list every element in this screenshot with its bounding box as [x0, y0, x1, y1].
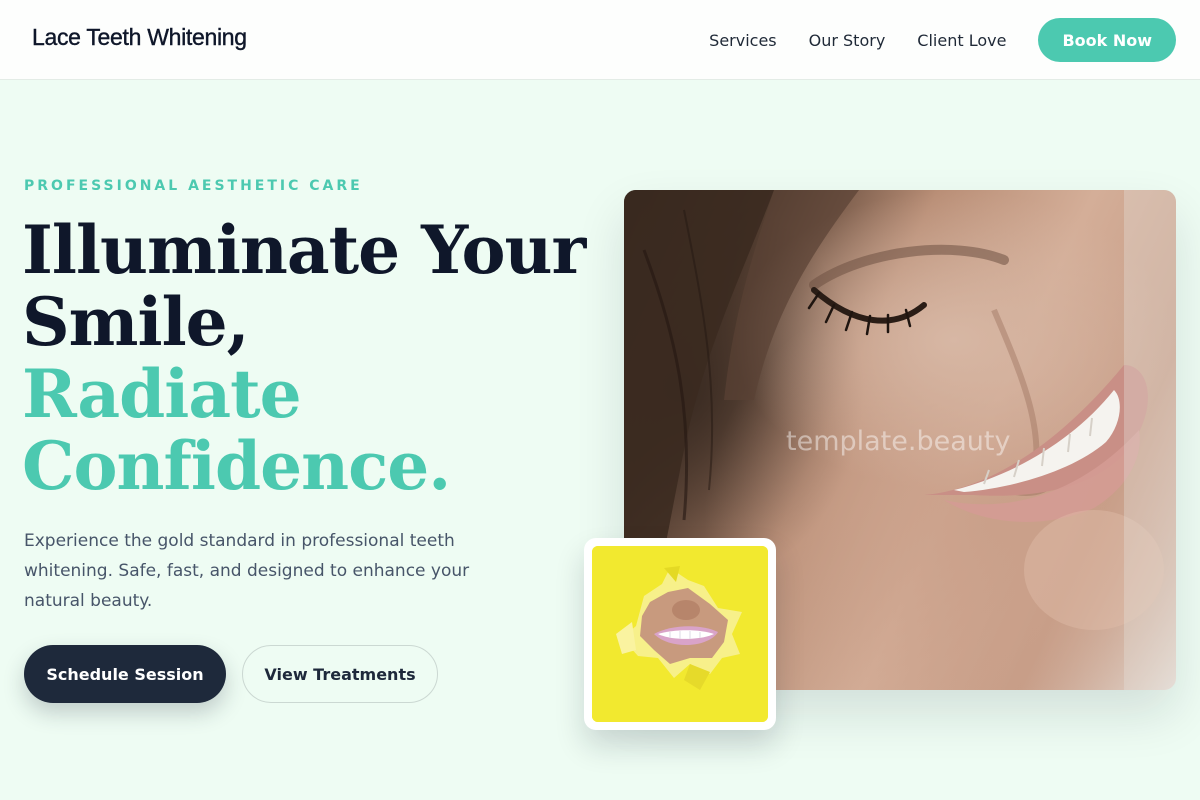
main-nav: Services Our Story Client Love Book Now	[709, 18, 1176, 62]
headline-line-1: Illuminate Your	[22, 211, 586, 289]
torn-paper-smile-photo	[592, 546, 768, 722]
nav-link-our-story[interactable]: Our Story	[809, 31, 886, 50]
site-header: Lace Teeth Whitening Services Our Story …	[0, 0, 1200, 80]
book-now-button[interactable]: Book Now	[1038, 18, 1176, 62]
hero-eyebrow: PROFESSIONAL AESTHETIC CARE	[24, 178, 363, 194]
hero-headline: Illuminate Your Smile, Radiate Confidenc…	[22, 214, 602, 502]
watermark-text: template.beauty	[786, 426, 1011, 457]
torn-paper-smile-illustration	[592, 546, 768, 722]
hero-description: Experience the gold standard in professi…	[24, 531, 470, 611]
headline-line-2: Smile,	[22, 283, 250, 361]
schedule-session-button[interactable]: Schedule Session	[24, 645, 226, 703]
headline-line-4: Confidence.	[22, 427, 451, 505]
headline-line-3: Radiate	[22, 355, 302, 433]
nav-link-client-love[interactable]: Client Love	[917, 31, 1006, 50]
view-treatments-button[interactable]: View Treatments	[242, 645, 438, 703]
brand-logo[interactable]: Lace Teeth Whitening	[32, 24, 247, 51]
nav-link-services[interactable]: Services	[709, 31, 776, 50]
thumbnail-card	[584, 538, 776, 730]
